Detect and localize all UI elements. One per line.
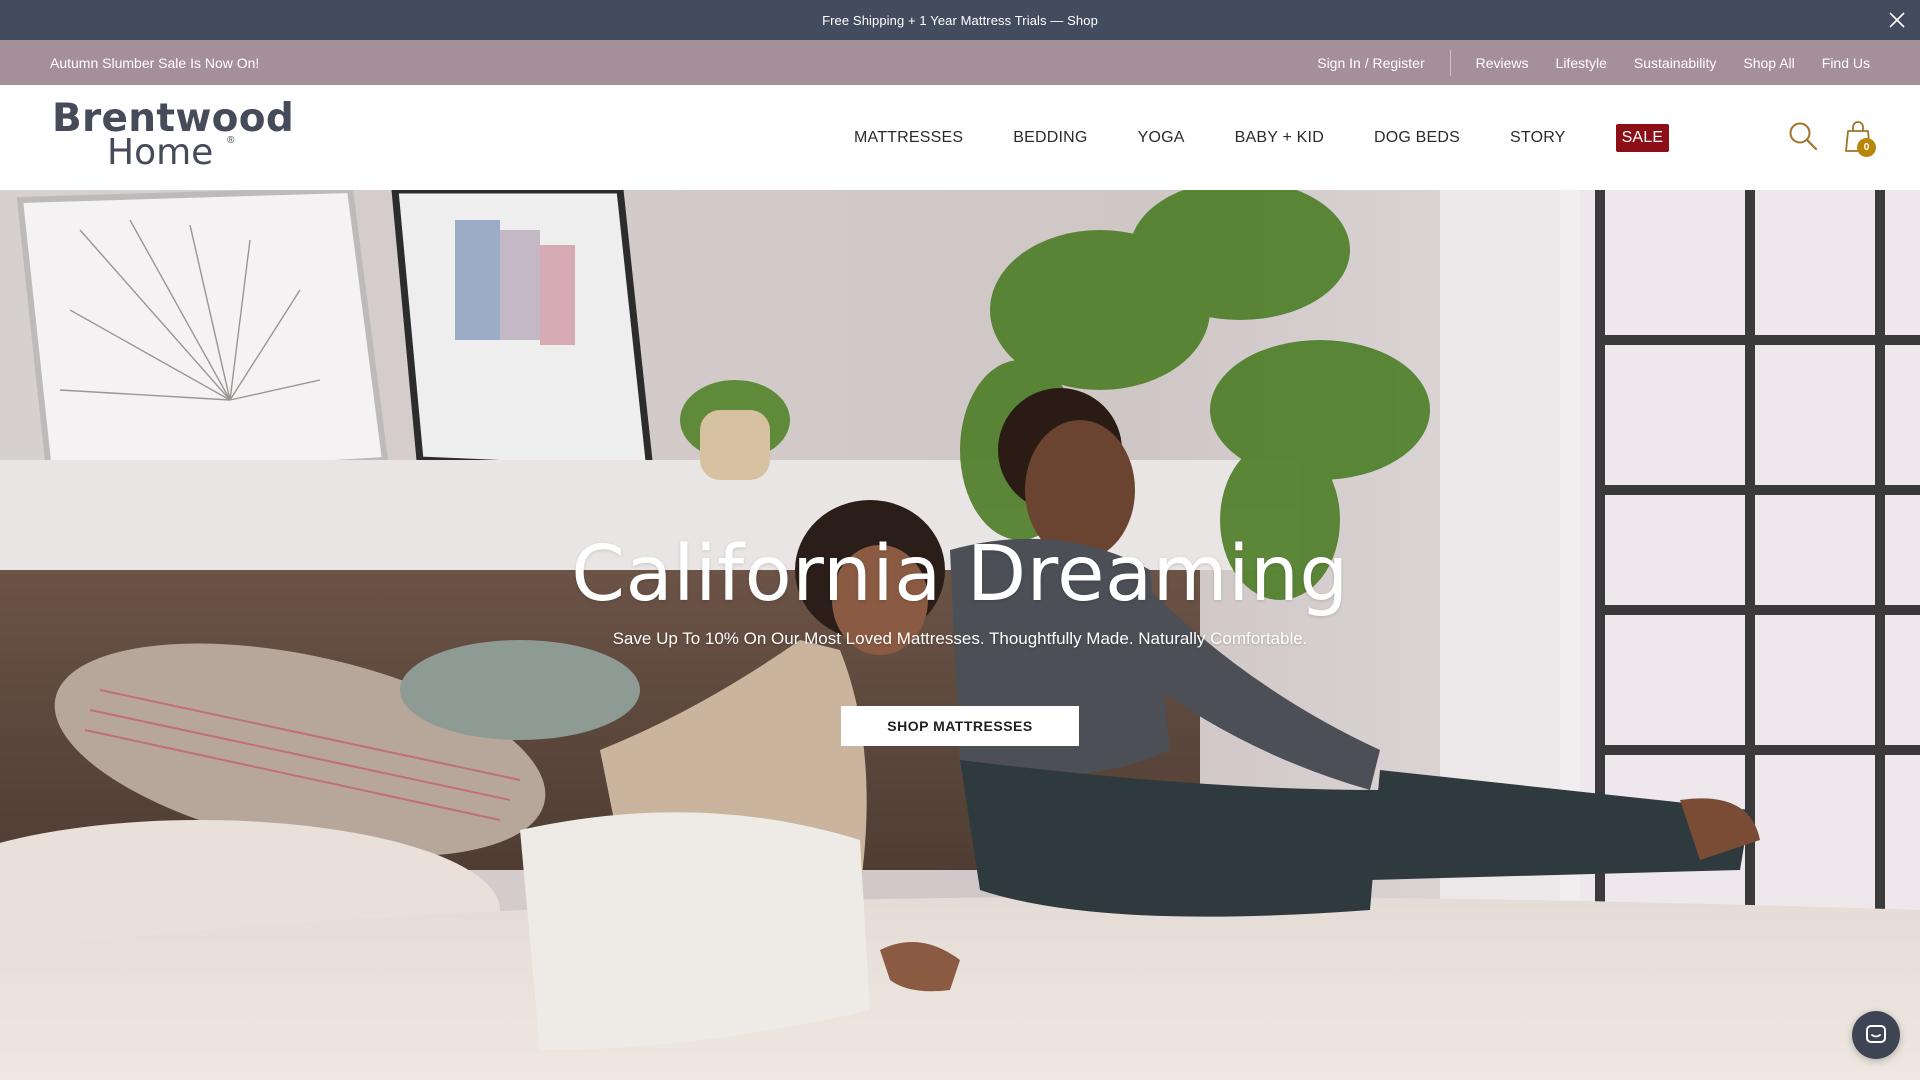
hero-banner: California Dreaming Save Up To 10% On Ou… [0,190,1920,1080]
nav-bedding[interactable]: BEDDING [1013,129,1087,147]
cart-count-badge: 0 [1857,138,1876,157]
hero-title: California Dreaming [571,530,1349,619]
announcement-bar: Free Shipping + 1 Year Mattress Trials —… [0,0,1920,40]
shop-mattresses-button[interactable]: SHOP MATTRESSES [841,706,1079,746]
main-nav: MATTRESSES BEDDING YOGA BABY + KID DOG B… [854,85,1670,190]
chat-icon [1866,1025,1886,1043]
nav-sale[interactable]: SALE [1615,123,1670,152]
utility-links: Sign In / Register Reviews Lifestyle Sus… [1317,49,1870,76]
sustainability-link[interactable]: Sustainability [1634,55,1717,71]
brand-logo[interactable]: Brentwood Home ® [52,99,294,175]
nav-yoga[interactable]: YOGA [1138,129,1185,147]
hero-subtitle: Save Up To 10% On Our Most Loved Mattres… [612,629,1308,648]
find-us-link[interactable]: Find Us [1822,55,1870,71]
close-icon[interactable] [1886,9,1908,31]
sign-in-link[interactable]: Sign In / Register [1317,55,1424,71]
announcement-text[interactable]: Free Shipping + 1 Year Mattress Trials —… [822,13,1098,28]
search-icon[interactable] [1788,121,1818,151]
nav-dog-beds[interactable]: DOG BEDS [1374,129,1460,147]
logo-registered-mark: ® [227,135,235,146]
chat-launcher[interactable] [1852,1011,1900,1059]
utility-divider [1449,49,1451,76]
site-header: Brentwood Home ® MATTRESSES BEDDING YOGA… [0,85,1920,190]
nav-baby-kid[interactable]: BABY + KID [1235,129,1324,147]
lifestyle-link[interactable]: Lifestyle [1556,55,1607,71]
reviews-link[interactable]: Reviews [1476,55,1529,71]
promo-text[interactable]: Autumn Slumber Sale Is Now On! [50,55,259,71]
nav-story[interactable]: STORY [1510,129,1566,147]
logo-word-home: Home [107,132,214,173]
shop-all-link[interactable]: Shop All [1743,55,1794,71]
utility-bar: Autumn Slumber Sale Is Now On! Sign In /… [0,40,1920,85]
nav-mattresses[interactable]: MATTRESSES [854,129,963,147]
